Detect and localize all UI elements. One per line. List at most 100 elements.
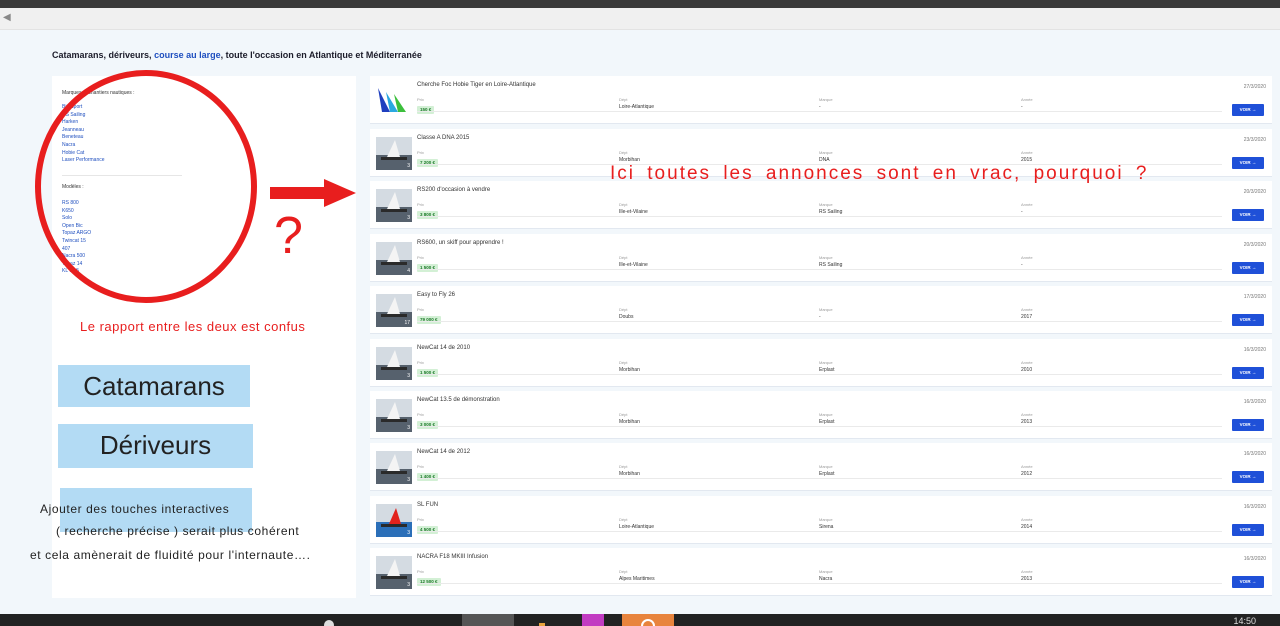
listing-thumbnail[interactable]: 17 bbox=[376, 294, 412, 327]
listing-thumbnail[interactable]: 4 bbox=[376, 242, 412, 275]
listing-title[interactable]: Easy to Fly 26 bbox=[417, 292, 455, 298]
listing-card[interactable]: 17 Easy to Fly 26 Prix Dépt Marque Année… bbox=[370, 286, 1272, 334]
taskbar-app-icon[interactable] bbox=[582, 614, 604, 626]
logo-thumbnail bbox=[378, 88, 406, 112]
listing-card[interactable]: 3 NewCat 13.5 de démonstration Prix Dépt… bbox=[370, 391, 1272, 439]
taskbar-app-icon[interactable] bbox=[536, 614, 548, 626]
brand-value: Sirena bbox=[819, 524, 834, 530]
voir-button[interactable]: VOIR → bbox=[1232, 314, 1264, 326]
listing-title[interactable]: RS600, un skiff pour apprendre ! bbox=[417, 240, 504, 246]
listing-thumbnail[interactable]: 3 bbox=[376, 399, 412, 432]
dept-label: Dépt bbox=[619, 202, 628, 207]
listing-card[interactable]: 4 RS600, un skiff pour apprendre ! Prix … bbox=[370, 234, 1272, 282]
price-label: Prix bbox=[417, 412, 424, 417]
photo-count: 3 bbox=[407, 215, 410, 221]
dept-value: Loire-Atlantique bbox=[619, 524, 655, 530]
listing-thumbnail[interactable]: 3 bbox=[376, 137, 412, 170]
listing-title[interactable]: NewCat 14 de 2012 bbox=[417, 449, 470, 455]
scroll-left-icon[interactable]: ◀ bbox=[3, 12, 11, 23]
listing-thumbnail[interactable]: 3 bbox=[376, 451, 412, 484]
price-label: Prix bbox=[417, 517, 424, 522]
annotation-suggestion-line2: ( recherche précise ) serait plus cohére… bbox=[56, 524, 300, 538]
dept-value: Morbihan bbox=[619, 367, 640, 373]
voir-button[interactable]: VOIR → bbox=[1232, 367, 1264, 379]
photo-count: 3 bbox=[407, 530, 410, 536]
dept-label: Dépt bbox=[619, 360, 628, 365]
listing-title[interactable]: NACRA F18 MKIII Infusion bbox=[417, 554, 488, 560]
dept-label: Dépt bbox=[619, 255, 628, 260]
listing-card[interactable]: 3 NACRA F18 MKIII Infusion Prix Dépt Mar… bbox=[370, 548, 1272, 596]
price-badge: 7 200 € bbox=[417, 159, 439, 167]
price-label: Prix bbox=[417, 202, 424, 207]
annotation-arrow-head bbox=[324, 179, 356, 207]
mock-deriveurs-button: Dériveurs bbox=[58, 424, 253, 468]
brand-label: Marque bbox=[819, 412, 833, 417]
brand-value: Nacra bbox=[819, 576, 833, 582]
listing-thumbnail[interactable]: 3 bbox=[376, 504, 412, 537]
year-label: Année bbox=[1021, 569, 1033, 574]
voir-button[interactable]: VOIR → bbox=[1232, 104, 1264, 116]
price-badge: 1 500 € bbox=[417, 369, 439, 377]
voir-button[interactable]: VOIR → bbox=[1232, 209, 1264, 221]
voir-button[interactable]: VOIR → bbox=[1232, 157, 1264, 169]
year-label: Année bbox=[1021, 412, 1033, 417]
year-value: - bbox=[1021, 262, 1023, 268]
listing-title[interactable]: Classe A DNA 2015 bbox=[417, 135, 469, 141]
listing-card[interactable]: Cherche Foc Hobie Tiger en Loire-Atlanti… bbox=[370, 76, 1272, 124]
brand-label: Marque bbox=[819, 150, 833, 155]
annotation-question-mark: ? bbox=[274, 207, 303, 265]
brand-label: Marque bbox=[819, 307, 833, 312]
dept-label: Dépt bbox=[619, 412, 628, 417]
year-value: 2012 bbox=[1021, 471, 1033, 477]
dept-value: Alpes Maritimes bbox=[619, 576, 655, 582]
listing-divider bbox=[417, 478, 1222, 479]
voir-button[interactable]: VOIR → bbox=[1232, 471, 1264, 483]
listing-card[interactable]: 3 SL FUN Prix Dépt Marque Année 4 500 € … bbox=[370, 496, 1272, 544]
dept-value: Ille-et-Vilaine bbox=[619, 262, 648, 268]
voir-button[interactable]: VOIR → bbox=[1232, 262, 1264, 274]
price-badge: 3 800 € bbox=[417, 211, 439, 219]
price-label: Prix bbox=[417, 360, 424, 365]
brand-label: Marque bbox=[819, 97, 833, 102]
course-au-large-link[interactable]: course au large bbox=[154, 50, 221, 60]
year-label: Année bbox=[1021, 517, 1033, 522]
listing-title[interactable]: RS200 d'occasion à vendre bbox=[417, 187, 490, 193]
price-label: Prix bbox=[417, 255, 424, 260]
listing-thumbnail[interactable]: 3 bbox=[376, 347, 412, 380]
listing-title[interactable]: Cherche Foc Hobie Tiger en Loire-Atlanti… bbox=[417, 82, 536, 88]
page-title: Catamarans, dériveurs, course au large, … bbox=[52, 50, 422, 60]
dept-value: Morbihan bbox=[619, 419, 640, 425]
brand-value: - bbox=[819, 314, 821, 320]
listing-card[interactable]: 3 RS200 d'occasion à vendre Prix Dépt Ma… bbox=[370, 181, 1272, 229]
price-label: Prix bbox=[417, 97, 424, 102]
listing-thumbnail[interactable]: 3 bbox=[376, 189, 412, 222]
photo-count: 3 bbox=[407, 582, 410, 588]
horizontal-scrollbar[interactable]: ◀ bbox=[0, 8, 1280, 30]
listing-card[interactable]: 3 NewCat 14 de 2012 Prix Dépt Marque Ann… bbox=[370, 443, 1272, 491]
listing-card[interactable]: 3 NewCat 14 de 2010 Prix Dépt Marque Ann… bbox=[370, 339, 1272, 387]
photo-count: 4 bbox=[407, 268, 410, 274]
voir-button[interactable]: VOIR → bbox=[1232, 419, 1264, 431]
annotation-suggestion-line1: Ajouter des touches interactives bbox=[40, 502, 230, 516]
year-label: Année bbox=[1021, 255, 1033, 260]
taskbar-clock: 14:50 bbox=[1233, 616, 1256, 626]
listing-date: 20/3/2020 bbox=[1243, 242, 1266, 248]
dept-value: Loire-Atlantique bbox=[619, 104, 655, 110]
photo-count: 3 bbox=[407, 477, 410, 483]
listing-date: 17/3/2020 bbox=[1243, 294, 1266, 300]
price-label: Prix bbox=[417, 464, 424, 469]
dept-label: Dépt bbox=[619, 307, 628, 312]
taskbar-app-icon[interactable] bbox=[622, 614, 674, 626]
taskbar-app-icon[interactable] bbox=[322, 614, 336, 626]
listing-date: 27/3/2020 bbox=[1243, 84, 1266, 90]
listing-title[interactable]: NewCat 14 de 2010 bbox=[417, 345, 470, 351]
photo-count: 3 bbox=[407, 425, 410, 431]
annotation-circle bbox=[35, 70, 257, 303]
listing-title[interactable]: NewCat 13.5 de démonstration bbox=[417, 397, 500, 403]
taskbar-active-app-icon[interactable] bbox=[462, 614, 514, 626]
voir-button[interactable]: VOIR → bbox=[1232, 576, 1264, 588]
listing-thumbnail[interactable]: 3 bbox=[376, 556, 412, 589]
voir-button[interactable]: VOIR → bbox=[1232, 524, 1264, 536]
brand-value: Erplast bbox=[819, 367, 835, 373]
listing-title[interactable]: SL FUN bbox=[417, 502, 438, 508]
